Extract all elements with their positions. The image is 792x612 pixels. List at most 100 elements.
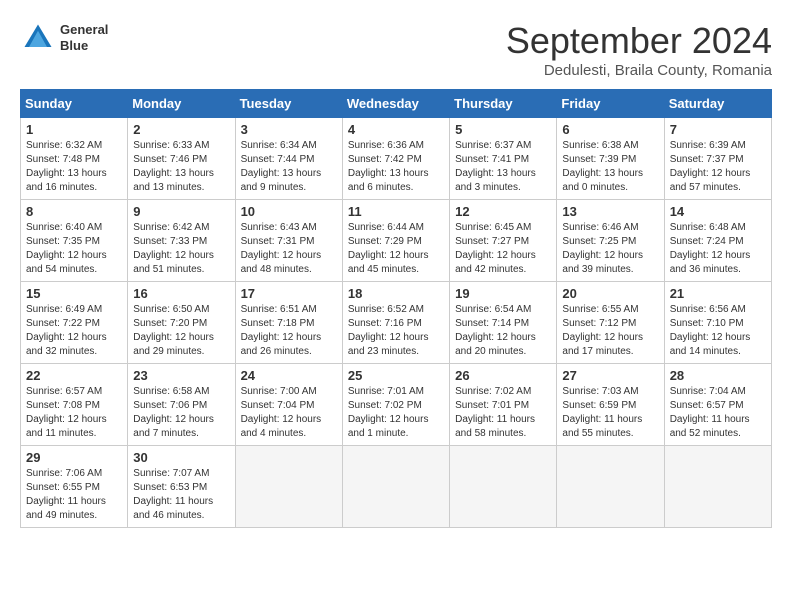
weekday-row: SundayMondayTuesdayWednesdayThursdayFrid…: [21, 90, 772, 118]
cell-info: Sunrise: 6:50 AMSunset: 7:20 PMDaylight:…: [133, 303, 229, 359]
calendar-cell: 5Sunrise: 6:37 AMSunset: 7:41 PMDaylight…: [450, 118, 557, 200]
day-number: 5: [455, 122, 551, 137]
day-number: 4: [348, 122, 444, 137]
cell-info: Sunrise: 7:06 AMSunset: 6:55 PMDaylight:…: [26, 467, 122, 523]
day-number: 6: [562, 122, 658, 137]
calendar-cell: 1 Sunrise: 6:32 AMSunset: 7:48 PMDaylight…: [21, 118, 128, 200]
calendar-cell: 7 Sunrise: 6:39 AMSunset: 7:37 PMDaylight…: [664, 118, 771, 200]
day-number: 12: [455, 204, 551, 219]
day-number: 7: [670, 122, 766, 137]
cell-info: Sunrise: 6:49 AMSunset: 7:22 PMDaylight:…: [26, 303, 122, 359]
cell-info: Sunrise: 6:32 AMSunset: 7:48 PMDaylight:…: [26, 139, 122, 195]
cell-info: Sunrise: 7:01 AMSunset: 7:02 PMDaylight:…: [348, 385, 444, 441]
calendar-cell: 27Sunrise: 7:03 AMSunset: 6:59 PMDayligh…: [557, 364, 664, 446]
cell-info: Sunrise: 7:02 AMSunset: 7:01 PMDaylight:…: [455, 385, 551, 441]
calendar-cell: 30 Sunrise: 7:07 AMSunset: 6:53 PMDayligh…: [128, 446, 235, 528]
cell-info: Sunrise: 6:34 AMSunset: 7:44 PMDaylight:…: [241, 139, 337, 195]
day-number: 10: [241, 204, 337, 219]
calendar-cell: 16 Sunrise: 6:50 AMSunset: 7:20 PMDayligh…: [128, 282, 235, 364]
weekday-header: Monday: [128, 90, 235, 118]
weekday-header: Friday: [557, 90, 664, 118]
day-number: 20: [562, 286, 658, 301]
day-number: 13: [562, 204, 658, 219]
calendar-cell: [235, 446, 342, 528]
day-number: 21: [670, 286, 766, 301]
page-header: General Blue September 2024 Dedulesti, B…: [20, 20, 772, 79]
cell-info: Sunrise: 6:42 AMSunset: 7:33 PMDaylight:…: [133, 221, 229, 277]
day-number: 1: [26, 122, 122, 137]
calendar-cell: 19Sunrise: 6:54 AMSunset: 7:14 PMDayligh…: [450, 282, 557, 364]
calendar-header: SundayMondayTuesdayWednesdayThursdayFrid…: [21, 90, 772, 118]
calendar-week-row: 29Sunrise: 7:06 AMSunset: 6:55 PMDayligh…: [21, 446, 772, 528]
day-number: 8: [26, 204, 122, 219]
logo-text: General Blue: [60, 22, 108, 53]
cell-info: Sunrise: 7:04 AMSunset: 6:57 PMDaylight:…: [670, 385, 766, 441]
day-number: 28: [670, 368, 766, 383]
calendar-cell: [557, 446, 664, 528]
logo: General Blue: [20, 20, 108, 56]
cell-info: Sunrise: 6:36 AMSunset: 7:42 PMDaylight:…: [348, 139, 444, 195]
calendar-cell: 8Sunrise: 6:40 AMSunset: 7:35 PMDaylight…: [21, 200, 128, 282]
cell-info: Sunrise: 6:44 AMSunset: 7:29 PMDaylight:…: [348, 221, 444, 277]
weekday-header: Wednesday: [342, 90, 449, 118]
day-number: 11: [348, 204, 444, 219]
cell-info: Sunrise: 7:07 AMSunset: 6:53 PMDaylight:…: [133, 467, 229, 523]
calendar-cell: 15 Sunrise: 6:49 AMSunset: 7:22 PMDayligh…: [21, 282, 128, 364]
cell-info: Sunrise: 6:46 AMSunset: 7:25 PMDaylight:…: [562, 221, 658, 277]
day-number: 14: [670, 204, 766, 219]
calendar-week-row: 22Sunrise: 6:57 AMSunset: 7:08 PMDayligh…: [21, 364, 772, 446]
day-number: 9: [133, 204, 229, 219]
cell-info: Sunrise: 7:03 AMSunset: 6:59 PMDaylight:…: [562, 385, 658, 441]
calendar-cell: 14 Sunrise: 6:48 AMSunset: 7:24 PMDayligh…: [664, 200, 771, 282]
calendar-cell: 25 Sunrise: 7:01 AMSunset: 7:02 PMDayligh…: [342, 364, 449, 446]
calendar-cell: 2 Sunrise: 6:33 AMSunset: 7:46 PMDaylight…: [128, 118, 235, 200]
day-number: 15: [26, 286, 122, 301]
logo-icon: [20, 20, 56, 56]
day-number: 22: [26, 368, 122, 383]
day-number: 30: [133, 450, 229, 465]
calendar-table: SundayMondayTuesdayWednesdayThursdayFrid…: [20, 89, 772, 528]
cell-info: Sunrise: 6:43 AMSunset: 7:31 PMDaylight:…: [241, 221, 337, 277]
calendar-cell: 29Sunrise: 7:06 AMSunset: 6:55 PMDayligh…: [21, 446, 128, 528]
calendar-cell: 18 Sunrise: 6:52 AMSunset: 7:16 PMDayligh…: [342, 282, 449, 364]
calendar-cell: 21Sunrise: 6:56 AMSunset: 7:10 PMDayligh…: [664, 282, 771, 364]
calendar-cell: 20 Sunrise: 6:55 AMSunset: 7:12 PMDayligh…: [557, 282, 664, 364]
calendar-cell: 26 Sunrise: 7:02 AMSunset: 7:01 PMDayligh…: [450, 364, 557, 446]
weekday-header: Tuesday: [235, 90, 342, 118]
logo-line1: General: [60, 22, 108, 38]
weekday-header: Sunday: [21, 90, 128, 118]
calendar-cell: 12Sunrise: 6:45 AMSunset: 7:27 PMDayligh…: [450, 200, 557, 282]
calendar-cell: 3Sunrise: 6:34 AMSunset: 7:44 PMDaylight…: [235, 118, 342, 200]
cell-info: Sunrise: 6:55 AMSunset: 7:12 PMDaylight:…: [562, 303, 658, 359]
cell-info: Sunrise: 6:38 AMSunset: 7:39 PMDaylight:…: [562, 139, 658, 195]
calendar-week-row: 8Sunrise: 6:40 AMSunset: 7:35 PMDaylight…: [21, 200, 772, 282]
day-number: 16: [133, 286, 229, 301]
day-number: 2: [133, 122, 229, 137]
logo-line2: Blue: [60, 38, 108, 54]
calendar-cell: 13 Sunrise: 6:46 AMSunset: 7:25 PMDayligh…: [557, 200, 664, 282]
cell-info: Sunrise: 6:33 AMSunset: 7:46 PMDaylight:…: [133, 139, 229, 195]
cell-info: Sunrise: 6:52 AMSunset: 7:16 PMDaylight:…: [348, 303, 444, 359]
calendar-cell: 6 Sunrise: 6:38 AMSunset: 7:39 PMDaylight…: [557, 118, 664, 200]
calendar-cell: 17 Sunrise: 6:51 AMSunset: 7:18 PMDayligh…: [235, 282, 342, 364]
calendar-week-row: 15 Sunrise: 6:49 AMSunset: 7:22 PMDayligh…: [21, 282, 772, 364]
calendar-cell: [450, 446, 557, 528]
day-number: 23: [133, 368, 229, 383]
cell-info: Sunrise: 6:48 AMSunset: 7:24 PMDaylight:…: [670, 221, 766, 277]
cell-info: Sunrise: 7:00 AMSunset: 7:04 PMDaylight:…: [241, 385, 337, 441]
cell-info: Sunrise: 6:39 AMSunset: 7:37 PMDaylight:…: [670, 139, 766, 195]
calendar-cell: 24Sunrise: 7:00 AMSunset: 7:04 PMDayligh…: [235, 364, 342, 446]
cell-info: Sunrise: 6:54 AMSunset: 7:14 PMDaylight:…: [455, 303, 551, 359]
day-number: 18: [348, 286, 444, 301]
month-title: September 2024: [506, 20, 772, 62]
weekday-header: Saturday: [664, 90, 771, 118]
day-number: 26: [455, 368, 551, 383]
calendar-week-row: 1 Sunrise: 6:32 AMSunset: 7:48 PMDaylight…: [21, 118, 772, 200]
cell-info: Sunrise: 6:51 AMSunset: 7:18 PMDaylight:…: [241, 303, 337, 359]
location-subtitle: Dedulesti, Braila County, Romania: [506, 62, 772, 79]
calendar-cell: 10 Sunrise: 6:43 AMSunset: 7:31 PMDayligh…: [235, 200, 342, 282]
cell-info: Sunrise: 6:58 AMSunset: 7:06 PMDaylight:…: [133, 385, 229, 441]
day-number: 17: [241, 286, 337, 301]
calendar-cell: 4 Sunrise: 6:36 AMSunset: 7:42 PMDaylight…: [342, 118, 449, 200]
day-number: 25: [348, 368, 444, 383]
